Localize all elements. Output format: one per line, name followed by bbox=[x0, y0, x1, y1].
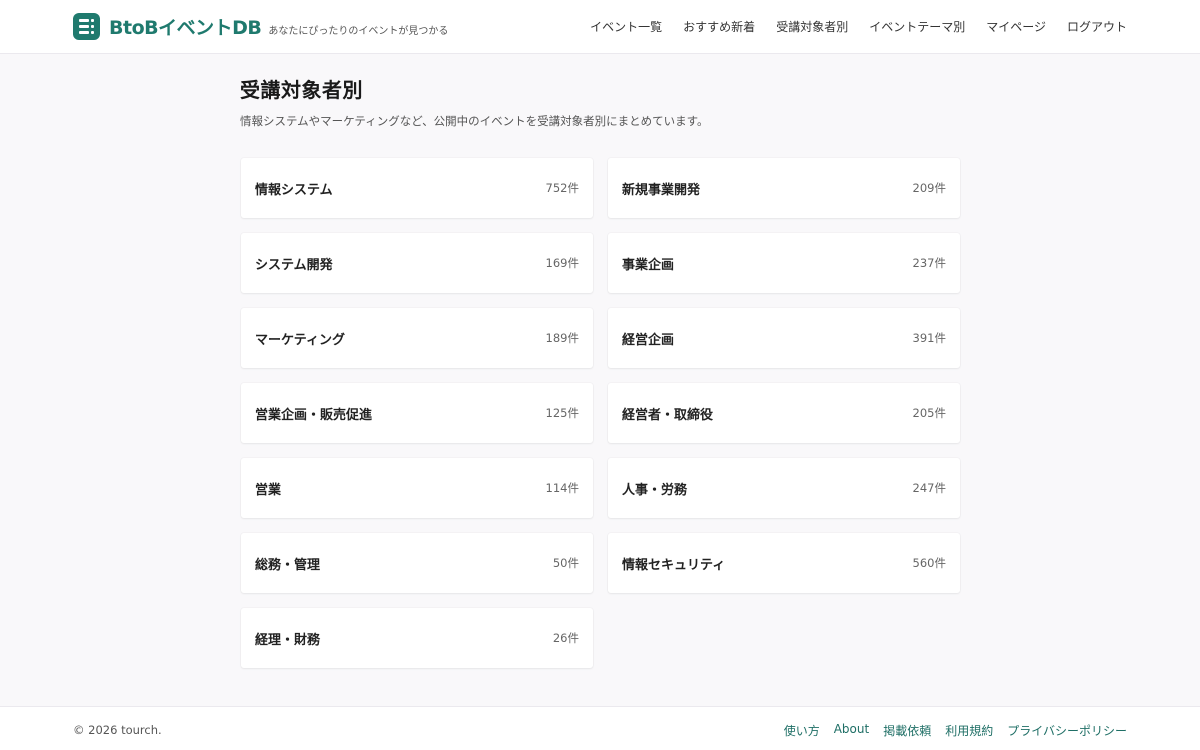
brand-name: BtoBイベントDB bbox=[109, 17, 262, 39]
site-footer: © 2026 tourch. 使い方 About 掲載依頼 利用規約 プライバシ… bbox=[0, 706, 1200, 750]
brand-tagline: あなたにぴったりのイベントが見つかる bbox=[268, 26, 449, 37]
footer-link-how-to-use[interactable]: 使い方 bbox=[784, 722, 820, 739]
category-card-info-systems[interactable]: 情報システム 752件 bbox=[241, 158, 593, 218]
category-name: 営業企画・販売促進 bbox=[255, 407, 373, 423]
category-count: 391件 bbox=[912, 331, 946, 345]
footer-link-privacy[interactable]: プライバシーポリシー bbox=[1007, 722, 1127, 739]
footer-link-terms[interactable]: 利用規約 bbox=[945, 722, 993, 739]
category-name: 人事・労務 bbox=[622, 482, 688, 498]
category-name: 経営企画 bbox=[622, 332, 675, 348]
nav-by-theme[interactable]: イベントテーマ別 bbox=[869, 18, 965, 35]
nav-event-list[interactable]: イベント一覧 bbox=[590, 18, 662, 35]
category-name: 総務・管理 bbox=[255, 557, 321, 573]
category-name: 事業企画 bbox=[622, 257, 675, 273]
page-intro: 受講対象者別 情報システムやマーケティングなど、公開中のイベントを受講対象者別に… bbox=[240, 74, 960, 129]
category-count: 560件 bbox=[912, 556, 946, 570]
category-card-corporate-planning[interactable]: 経営企画 391件 bbox=[608, 308, 960, 368]
footer-link-about[interactable]: About bbox=[834, 722, 869, 739]
category-name: マーケティング bbox=[255, 332, 345, 348]
category-card-marketing[interactable]: マーケティング 189件 bbox=[241, 308, 593, 368]
category-name: 経理・財務 bbox=[255, 632, 321, 648]
category-count: 237件 bbox=[912, 256, 946, 270]
logo[interactable]: BtoBイベントDB あなたにぴったりのイベントが見つかる bbox=[73, 13, 448, 40]
page-description: 情報システムやマーケティングなど、公開中のイベントを受講対象者別にまとめています… bbox=[240, 114, 709, 128]
category-count: 125件 bbox=[545, 406, 579, 420]
footer-nav: 使い方 About 掲載依頼 利用規約 プライバシーポリシー bbox=[770, 722, 1127, 739]
category-card-hr-labor[interactable]: 人事・労務 247件 bbox=[608, 458, 960, 518]
category-count: 169件 bbox=[545, 256, 579, 270]
nav-logout[interactable]: ログアウト bbox=[1067, 18, 1127, 35]
nav-by-audience[interactable]: 受講対象者別 bbox=[776, 18, 848, 35]
category-count: 114件 bbox=[545, 481, 579, 495]
category-card-general-affairs[interactable]: 総務・管理 50件 bbox=[241, 533, 593, 593]
page-title: 受講対象者別 bbox=[240, 78, 363, 102]
category-card-info-security[interactable]: 情報セキュリティ 560件 bbox=[608, 533, 960, 593]
category-count: 209件 bbox=[912, 181, 946, 195]
category-card-accounting-finance[interactable]: 経理・財務 26件 bbox=[241, 608, 593, 668]
category-count: 752件 bbox=[545, 181, 579, 195]
category-card-new-business[interactable]: 新規事業開発 209件 bbox=[608, 158, 960, 218]
nav-recommended-new[interactable]: おすすめ新着 bbox=[683, 18, 755, 35]
nav-my-page[interactable]: マイページ bbox=[986, 18, 1046, 35]
category-card-sales[interactable]: 営業 114件 bbox=[241, 458, 593, 518]
category-count: 205件 bbox=[912, 406, 946, 420]
category-grid: 情報システム 752件 新規事業開発 209件 システム開発 169件 事業企画… bbox=[241, 158, 961, 668]
category-name: 情報システム bbox=[255, 182, 333, 198]
category-name: 営業 bbox=[255, 482, 282, 498]
category-card-business-planning[interactable]: 事業企画 237件 bbox=[608, 233, 960, 293]
category-name: システム開発 bbox=[255, 257, 333, 273]
category-name: 情報セキュリティ bbox=[622, 557, 726, 573]
footer-link-listing-request[interactable]: 掲載依頼 bbox=[883, 722, 931, 739]
main-nav: イベント一覧 おすすめ新着 受講対象者別 イベントテーマ別 マイページ ログアウ… bbox=[569, 18, 1127, 35]
category-card-sales-planning[interactable]: 営業企画・販売促進 125件 bbox=[241, 383, 593, 443]
category-name: 経営者・取締役 bbox=[622, 407, 714, 423]
site-header: BtoBイベントDB あなたにぴったりのイベントが見つかる イベント一覧 おすす… bbox=[0, 0, 1200, 54]
category-count: 50件 bbox=[552, 556, 579, 570]
category-count: 189件 bbox=[545, 331, 579, 345]
category-count: 247件 bbox=[912, 481, 946, 495]
copyright: © 2026 tourch. bbox=[73, 723, 162, 737]
category-card-executives[interactable]: 経営者・取締役 205件 bbox=[608, 383, 960, 443]
category-count: 26件 bbox=[552, 631, 579, 645]
database-list-icon bbox=[73, 13, 100, 40]
category-card-system-dev[interactable]: システム開発 169件 bbox=[241, 233, 593, 293]
category-name: 新規事業開発 bbox=[622, 182, 701, 198]
